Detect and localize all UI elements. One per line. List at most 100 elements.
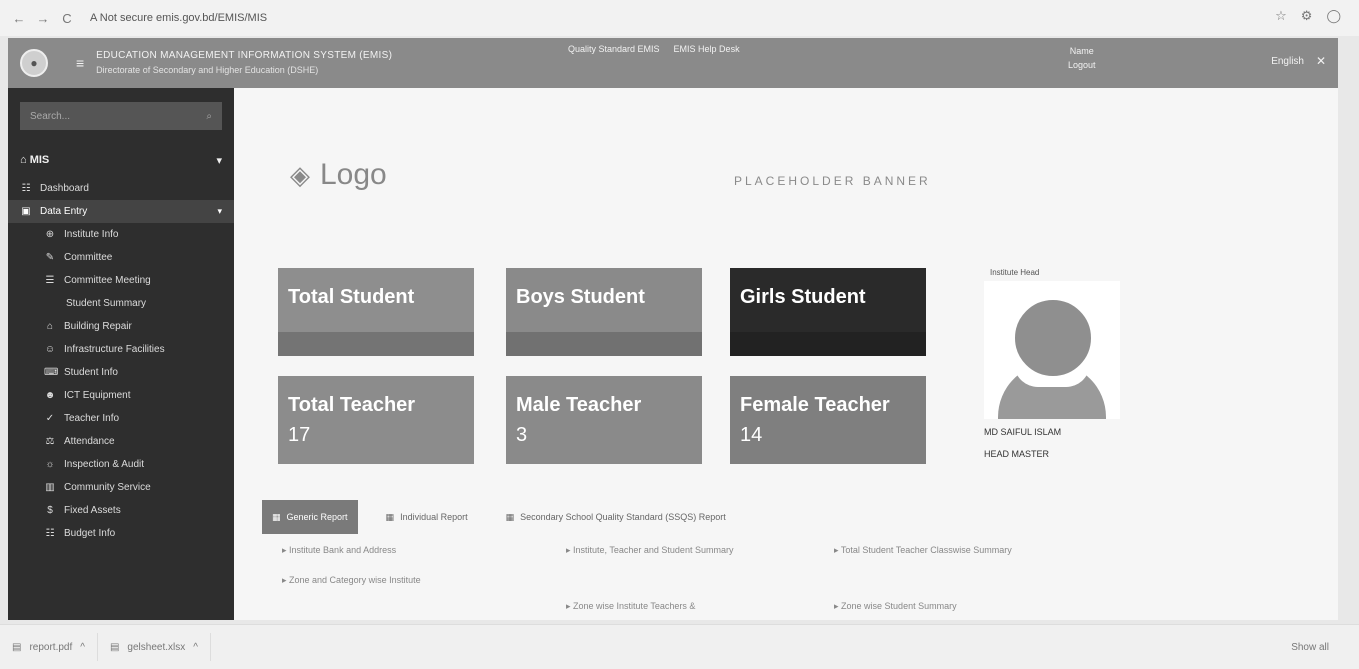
sidebar-item-label: Dashboard: [40, 183, 89, 194]
sidebar-item[interactable]: ☰ Committee Meeting: [8, 269, 234, 292]
report-link-label: Zone wise Institute Teachers &: [573, 601, 696, 611]
report-link[interactable]: ▸ Zone and Category wise Institute: [282, 574, 421, 586]
sidebar-item[interactable]: ⌨ Student Info: [8, 361, 234, 384]
stat-card-girls-student[interactable]: Girls Student: [730, 268, 926, 356]
sidebar-item[interactable]: ✓ Teacher Info: [8, 407, 234, 430]
sidebar-item-label: Budget Info: [64, 528, 116, 539]
sidebar-item-label: ICT Equipment: [64, 390, 131, 401]
chevron-up-icon[interactable]: ^: [193, 642, 198, 653]
menu-item-icon: ⚖: [45, 436, 55, 447]
menu-item-icon: ☷: [21, 183, 31, 194]
sidebar-search[interactable]: Search... ⌕: [20, 102, 222, 130]
download-item[interactable]: ▤ report.pdf ^: [0, 633, 98, 661]
expand-icon[interactable]: ✕: [1316, 54, 1326, 68]
report-link[interactable]: ▸ Institute, Teacher and Student Summary: [566, 544, 733, 556]
sidebar: Search... ⌕ ⌂ MIS ▾ ☷ Dashboard ▣ Data Entr…: [8, 88, 234, 620]
chevron-up-icon[interactable]: ^: [80, 642, 85, 653]
menu-item-icon: ✎: [45, 252, 55, 263]
search-input[interactable]: Search...: [30, 111, 70, 122]
report-tab[interactable]: ▦ Individual Report: [376, 500, 478, 534]
sidebar-item[interactable]: ⊕ Institute Info: [8, 223, 234, 246]
address-bar[interactable]: A Not secure emis.gov.bd/EMIS/MIS: [90, 12, 267, 24]
forward-button[interactable]: →: [34, 11, 52, 26]
language-selector[interactable]: English: [1271, 56, 1304, 67]
grid-icon: ▦: [385, 511, 395, 522]
report-tab[interactable]: ▦ Generic Report: [262, 500, 358, 534]
sidebar-item[interactable]: ☺ Infrastructure Facilities: [8, 338, 234, 361]
cube-icon: ◈: [290, 159, 310, 190]
report-tab-label: Generic Report: [286, 512, 348, 522]
avatar: [984, 281, 1120, 419]
menu-item-icon: ⌨: [44, 367, 59, 378]
menu-item-icon: ⊕: [45, 229, 55, 240]
stat-card-boys-student[interactable]: Boys Student: [506, 268, 702, 356]
search-icon[interactable]: ⌕: [206, 111, 212, 122]
profile-icon[interactable]: ◯: [1326, 8, 1341, 24]
sidebar-item[interactable]: ☻ ICT Equipment: [8, 384, 234, 407]
menu-item-icon: ⌂: [46, 321, 54, 332]
header-link-help[interactable]: EMIS Help Desk: [674, 44, 740, 54]
report-tab[interactable]: ▦ Secondary School Quality Standard (SSQS…: [496, 500, 736, 534]
file-icon: ▤: [12, 641, 22, 653]
logo-text: Logo: [320, 158, 387, 191]
menu-item-icon: $: [47, 505, 53, 516]
sidebar-item-label: Building Repair: [64, 321, 132, 332]
main-content: ◈ Logo PLACEHOLDER BANNER Total Student B…: [234, 88, 1338, 620]
sidebar-item[interactable]: ☷ Dashboard: [8, 177, 234, 200]
stat-card-female-teacher[interactable]: Female Teacher 14: [730, 376, 926, 464]
sidebar-section-mis[interactable]: ⌂ MIS ▾: [8, 154, 234, 167]
report-link[interactable]: ▸ Total Student Teacher Classwise Summar…: [834, 544, 1012, 556]
download-item-name: gelsheet.xlsx: [127, 641, 186, 653]
stat-card-total-teacher[interactable]: Total Teacher 17: [278, 376, 474, 464]
report-link[interactable]: ▸ Zone wise Institute Teachers &: [566, 600, 695, 612]
stat-card-label: Girls Student: [740, 286, 866, 308]
sidebar-item[interactable]: ☼ Inspection & Audit: [8, 453, 234, 476]
extension-icon[interactable]: ⚙: [1301, 8, 1313, 24]
sidebar-menu: ☷ Dashboard ▣ Data Entry ▾ ⊕ Institute Info ✎ Co…: [8, 177, 234, 545]
sidebar-item-label: Fixed Assets: [64, 505, 121, 516]
sidebar-item-label: Attendance: [64, 436, 115, 447]
stat-card-total-student[interactable]: Total Student: [278, 268, 474, 356]
menu-item-icon: ☷: [45, 528, 55, 539]
menu-item-icon: ▥: [45, 482, 55, 493]
stat-card-value: 14: [740, 424, 763, 446]
report-tabs: ▦ Generic Report ▦ Individual Report ▦ Second…: [262, 500, 736, 534]
stat-card-footer: [278, 332, 474, 356]
sidebar-item[interactable]: ☷ Budget Info: [8, 522, 234, 545]
back-button[interactable]: ←: [10, 11, 28, 26]
stat-card-footer: [730, 332, 926, 356]
sidebar-item[interactable]: Student Summary: [8, 292, 234, 315]
grid-icon: ▦: [505, 511, 515, 522]
grid-icon: ▦: [272, 511, 281, 522]
menu-item-icon: ✓: [45, 413, 55, 424]
sidebar-item[interactable]: ▥ Community Service: [8, 476, 234, 499]
download-item[interactable]: ▤ gelsheet.xlsx ^: [98, 633, 211, 661]
sidebar-item[interactable]: ⚖ Attendance: [8, 430, 234, 453]
file-icon: ▤: [109, 641, 120, 653]
logout-link[interactable]: Logout: [1068, 58, 1096, 72]
report-link[interactable]: ▸ Institute Bank and Address: [282, 544, 396, 556]
stat-card-male-teacher[interactable]: Male Teacher 3: [506, 376, 702, 464]
reload-button[interactable]: C: [58, 11, 76, 26]
stat-card-footer: [506, 332, 702, 356]
sidebar-item[interactable]: ▣ Data Entry ▾: [8, 200, 234, 223]
header-link-quality[interactable]: Quality Standard EMIS: [568, 44, 660, 54]
govt-logo-icon: ●: [20, 49, 48, 77]
sidebar-item[interactable]: ⌂ Building Repair: [8, 315, 234, 338]
stat-card-label: Boys Student: [516, 286, 645, 308]
arrow-right-icon: ▸: [566, 545, 574, 555]
sidebar-item[interactable]: ✎ Committee: [8, 246, 234, 269]
chevron-down-icon: ▾: [217, 206, 222, 216]
stat-card-value: 17: [288, 424, 311, 446]
star-icon[interactable]: ☆: [1275, 8, 1287, 24]
sidebar-item-label: Institute Info: [64, 229, 119, 240]
menu-toggle-icon[interactable]: ≡: [76, 55, 84, 71]
chevron-down-icon: ▾: [216, 155, 222, 167]
report-link-label: Zone wise Student Summary: [841, 601, 957, 611]
sidebar-item[interactable]: $ Fixed Assets: [8, 499, 234, 522]
arrow-right-icon: ▸: [834, 545, 841, 555]
stat-card-label: Male Teacher: [516, 394, 642, 416]
report-link[interactable]: ▸ Zone wise Student Summary: [834, 600, 957, 612]
sidebar-item-label: Student Info: [64, 367, 118, 378]
show-all-button[interactable]: Show all: [1291, 642, 1329, 653]
